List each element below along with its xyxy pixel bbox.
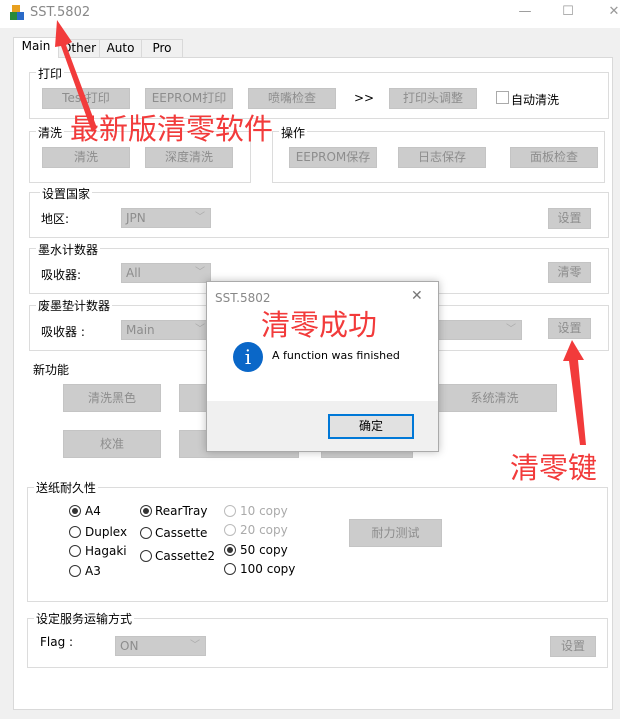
- annotation-arrows: [55, 20, 586, 445]
- arrow-icon: [55, 20, 586, 445]
